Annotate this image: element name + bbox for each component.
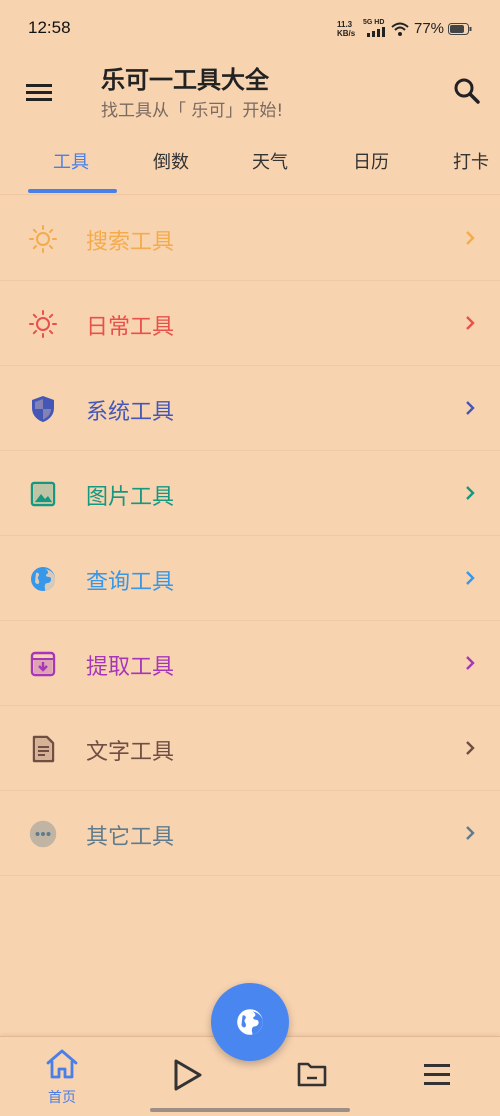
image-icon [30, 481, 56, 507]
home-indicator[interactable] [150, 1108, 350, 1112]
tab-indicator [28, 189, 117, 193]
tab-bar: 工具 倒数 天气 日历 打卡 [0, 140, 500, 194]
signal-label: 5G HD [363, 19, 385, 26]
list-item-system-tools[interactable]: 系统工具 [0, 366, 500, 451]
archive-icon [30, 651, 56, 677]
wifi-icon [391, 22, 409, 36]
play-icon [174, 1059, 202, 1091]
tab-calendar[interactable]: 日历 [353, 148, 389, 174]
chevron-right-icon [466, 231, 475, 245]
list-item-label: 系统工具 [86, 400, 175, 425]
list-item-other-tools[interactable]: 其它工具 [0, 791, 500, 876]
home-icon [46, 1049, 78, 1079]
list-item-label: 其它工具 [86, 825, 175, 850]
list-item-label: 图片工具 [86, 485, 175, 510]
tab-checkin[interactable]: 打卡 [453, 148, 489, 174]
status-bar: 12:58 11.3 KB/s 5G HD 77% [0, 0, 500, 58]
list-item-search-tools[interactable]: 搜索工具 [0, 196, 500, 281]
battery-icon [448, 23, 472, 35]
nav-files[interactable] [268, 1037, 358, 1116]
nav-play[interactable] [142, 1037, 232, 1116]
chevron-right-icon [466, 401, 475, 415]
battery-level: 77% [414, 20, 445, 37]
list-item-text-tools[interactable]: 文字工具 [0, 706, 500, 791]
tabs-divider [0, 194, 500, 195]
chevron-right-icon [466, 571, 475, 585]
shield-icon [32, 396, 54, 422]
net-speed-unit: KB/s [337, 29, 356, 38]
chevron-right-icon [466, 656, 475, 670]
net-speed-value: 11.3 [337, 20, 353, 29]
list-item-label: 查询工具 [86, 570, 175, 595]
tab-weather[interactable]: 天气 [252, 148, 288, 174]
app-subtitle: 找工具从「 乐可」开始! [101, 101, 284, 121]
chevron-right-icon [466, 316, 475, 330]
list-item-image-tools[interactable]: 图片工具 [0, 451, 500, 536]
document-icon [32, 735, 55, 763]
menu-icon [424, 1064, 450, 1085]
net-speed: 11.3 KB/s [337, 20, 355, 38]
status-time: 12:58 [28, 18, 71, 37]
fab-globe-button[interactable] [211, 983, 289, 1061]
list-item-label: 搜索工具 [86, 230, 175, 255]
app-title: 乐可一工具大全 [101, 66, 269, 94]
list-item-query-tools[interactable]: 查询工具 [0, 536, 500, 621]
nav-home[interactable]: 首页 [17, 1037, 107, 1116]
globe-icon [31, 567, 55, 591]
tab-tools[interactable]: 工具 [53, 148, 89, 174]
chevron-right-icon [466, 486, 475, 500]
tab-countdown[interactable]: 倒数 [153, 148, 189, 174]
menu-icon[interactable] [22, 75, 56, 109]
chevron-right-icon [466, 741, 475, 755]
folder-icon [297, 1062, 327, 1087]
list-item-extract-tools[interactable]: 提取工具 [0, 621, 500, 706]
sun-icon [29, 225, 57, 253]
list-item-daily-tools[interactable]: 日常工具 [0, 281, 500, 366]
nav-home-label: 首页 [48, 1090, 76, 1106]
signal-icon [367, 27, 385, 37]
search-icon[interactable] [450, 74, 484, 108]
list-item-label: 日常工具 [86, 315, 175, 340]
nav-menu[interactable] [392, 1037, 482, 1116]
more-icon [29, 820, 57, 848]
chevron-right-icon [466, 826, 475, 840]
list-item-label: 文字工具 [86, 740, 175, 765]
list-item-label: 提取工具 [86, 655, 175, 680]
sun-icon [29, 310, 57, 338]
app-bar: 乐可一工具大全 找工具从「 乐可」开始! [0, 58, 500, 130]
globe-icon [237, 1009, 263, 1035]
